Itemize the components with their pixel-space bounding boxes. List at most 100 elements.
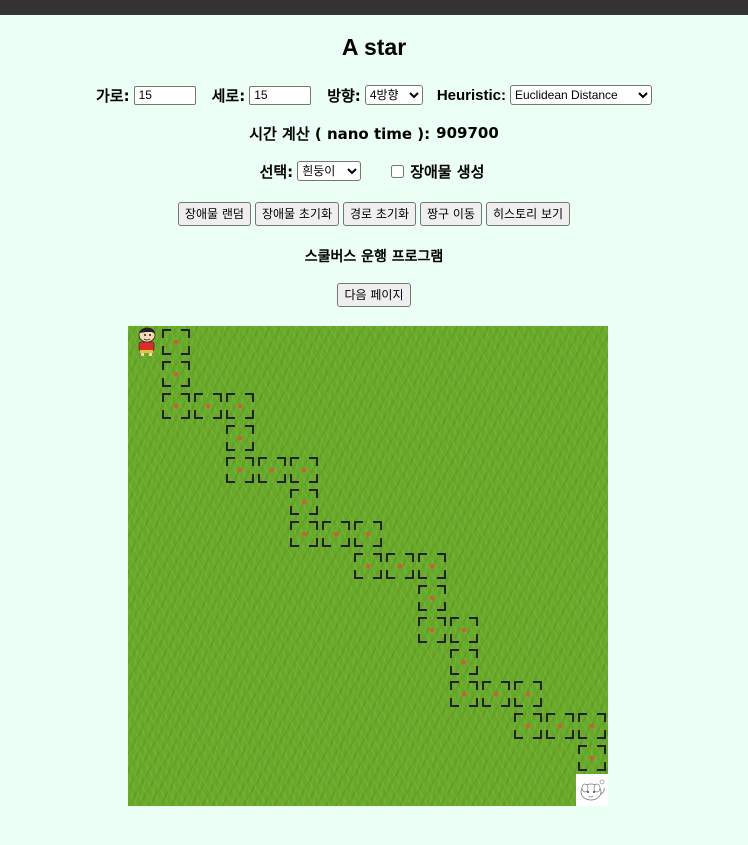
jjanggu-character-icon[interactable] bbox=[128, 326, 160, 358]
path-dot bbox=[302, 532, 306, 536]
path-dot bbox=[558, 724, 562, 728]
path-cell[interactable] bbox=[256, 454, 288, 486]
path-cell[interactable] bbox=[576, 710, 608, 742]
path-corner-bracket bbox=[405, 553, 414, 562]
goal-tile[interactable] bbox=[576, 774, 608, 806]
path-cell[interactable] bbox=[224, 422, 256, 454]
path-dot bbox=[462, 628, 466, 632]
path-cell[interactable] bbox=[160, 358, 192, 390]
path-corner-bracket bbox=[258, 457, 267, 466]
path-cell[interactable] bbox=[224, 454, 256, 486]
path-cell[interactable] bbox=[480, 678, 512, 710]
path-corner-bracket bbox=[373, 553, 382, 562]
path-cell[interactable] bbox=[576, 742, 608, 774]
path-corner-bracket bbox=[290, 489, 299, 498]
path-corner-bracket bbox=[245, 425, 254, 434]
path-dot bbox=[302, 500, 306, 504]
grid-board[interactable] bbox=[128, 326, 608, 806]
path-corner-bracket bbox=[597, 745, 606, 754]
path-cell[interactable] bbox=[192, 390, 224, 422]
height-input[interactable] bbox=[249, 85, 312, 105]
selection-row: 선택: 흰둥이 장애물 생성 bbox=[0, 160, 748, 182]
path-corner-bracket bbox=[245, 474, 254, 483]
path-dot bbox=[174, 372, 178, 376]
path-corner-bracket bbox=[354, 553, 363, 562]
time-value: 909700 bbox=[436, 124, 499, 142]
path-corner-bracket bbox=[514, 730, 523, 739]
path-cell[interactable] bbox=[160, 390, 192, 422]
path-corner-bracket bbox=[546, 713, 555, 722]
path-corner-bracket bbox=[290, 538, 299, 547]
path-corner-bracket bbox=[162, 361, 171, 370]
path-corner-bracket bbox=[162, 329, 171, 338]
path-corner-bracket bbox=[450, 666, 459, 675]
path-corner-bracket bbox=[226, 425, 235, 434]
path-corner-bracket bbox=[213, 410, 222, 419]
path-cell[interactable] bbox=[384, 550, 416, 582]
path-dot bbox=[238, 404, 242, 408]
path-cell[interactable] bbox=[320, 518, 352, 550]
path-corner-bracket bbox=[514, 698, 523, 707]
path-dot bbox=[430, 628, 434, 632]
path-corner-bracket bbox=[181, 393, 190, 402]
path-corner-bracket bbox=[245, 442, 254, 451]
path-corner-bracket bbox=[578, 745, 587, 754]
path-cell[interactable] bbox=[512, 710, 544, 742]
next-page-row: 다음 페이지 bbox=[0, 282, 748, 307]
heuristic-select[interactable]: Euclidean Distance bbox=[510, 85, 652, 105]
path-dot bbox=[462, 692, 466, 696]
path-cell[interactable] bbox=[288, 486, 320, 518]
path-corner-bracket bbox=[194, 410, 203, 419]
path-cell[interactable] bbox=[512, 678, 544, 710]
path-corner-bracket bbox=[290, 474, 299, 483]
path-corner-bracket bbox=[354, 570, 363, 579]
path-cell[interactable] bbox=[448, 646, 480, 678]
path-corner-bracket bbox=[501, 698, 510, 707]
path-corner-bracket bbox=[597, 713, 606, 722]
path-dot bbox=[366, 564, 370, 568]
path-cell[interactable] bbox=[544, 710, 576, 742]
path-corner-bracket bbox=[450, 681, 459, 690]
width-input[interactable] bbox=[133, 85, 196, 105]
path-corner-bracket bbox=[181, 329, 190, 338]
path-corner-bracket bbox=[354, 538, 363, 547]
path-corner-bracket bbox=[514, 681, 523, 690]
path-dot bbox=[302, 468, 306, 472]
path-corner-bracket bbox=[501, 681, 510, 690]
path-cell[interactable] bbox=[224, 390, 256, 422]
path-cell[interactable] bbox=[288, 454, 320, 486]
path-corner-bracket bbox=[162, 410, 171, 419]
path-cell[interactable] bbox=[160, 326, 192, 358]
random-obstacles-button[interactable]: 장애물 랜덤 bbox=[177, 201, 251, 226]
view-history-button[interactable]: 히스토리 보기 bbox=[486, 201, 571, 226]
path-cell[interactable] bbox=[416, 550, 448, 582]
path-corner-bracket bbox=[322, 538, 331, 547]
next-page-button[interactable]: 다음 페이지 bbox=[337, 282, 411, 307]
white-dog-character-icon bbox=[580, 779, 605, 801]
path-cell[interactable] bbox=[416, 614, 448, 646]
path-corner-bracket bbox=[373, 538, 382, 547]
obstacle-checkbox[interactable] bbox=[391, 164, 405, 178]
path-cell[interactable] bbox=[416, 582, 448, 614]
path-corner-bracket bbox=[418, 570, 427, 579]
path-cell[interactable] bbox=[352, 518, 384, 550]
reset-obstacles-button[interactable]: 장애물 초기화 bbox=[254, 201, 339, 226]
reset-path-button[interactable]: 경로 초기화 bbox=[343, 201, 417, 226]
path-cell[interactable] bbox=[288, 518, 320, 550]
path-cell[interactable] bbox=[448, 614, 480, 646]
path-corner-bracket bbox=[226, 474, 235, 483]
direction-select[interactable]: 4방향 bbox=[364, 85, 423, 105]
path-corner-bracket bbox=[533, 730, 542, 739]
path-corner-bracket bbox=[341, 521, 350, 530]
path-cell[interactable] bbox=[448, 678, 480, 710]
path-cell[interactable] bbox=[352, 550, 384, 582]
path-corner-bracket bbox=[309, 538, 318, 547]
path-corner-bracket bbox=[181, 378, 190, 387]
path-corner-bracket bbox=[578, 713, 587, 722]
path-corner-bracket bbox=[565, 730, 574, 739]
page-title: A star bbox=[341, 34, 407, 60]
character-select[interactable]: 흰둥이 bbox=[297, 161, 362, 181]
path-corner-bracket bbox=[546, 730, 555, 739]
path-corner-bracket bbox=[469, 698, 478, 707]
move-jjanggu-button[interactable]: 짱구 이동 bbox=[420, 201, 482, 226]
